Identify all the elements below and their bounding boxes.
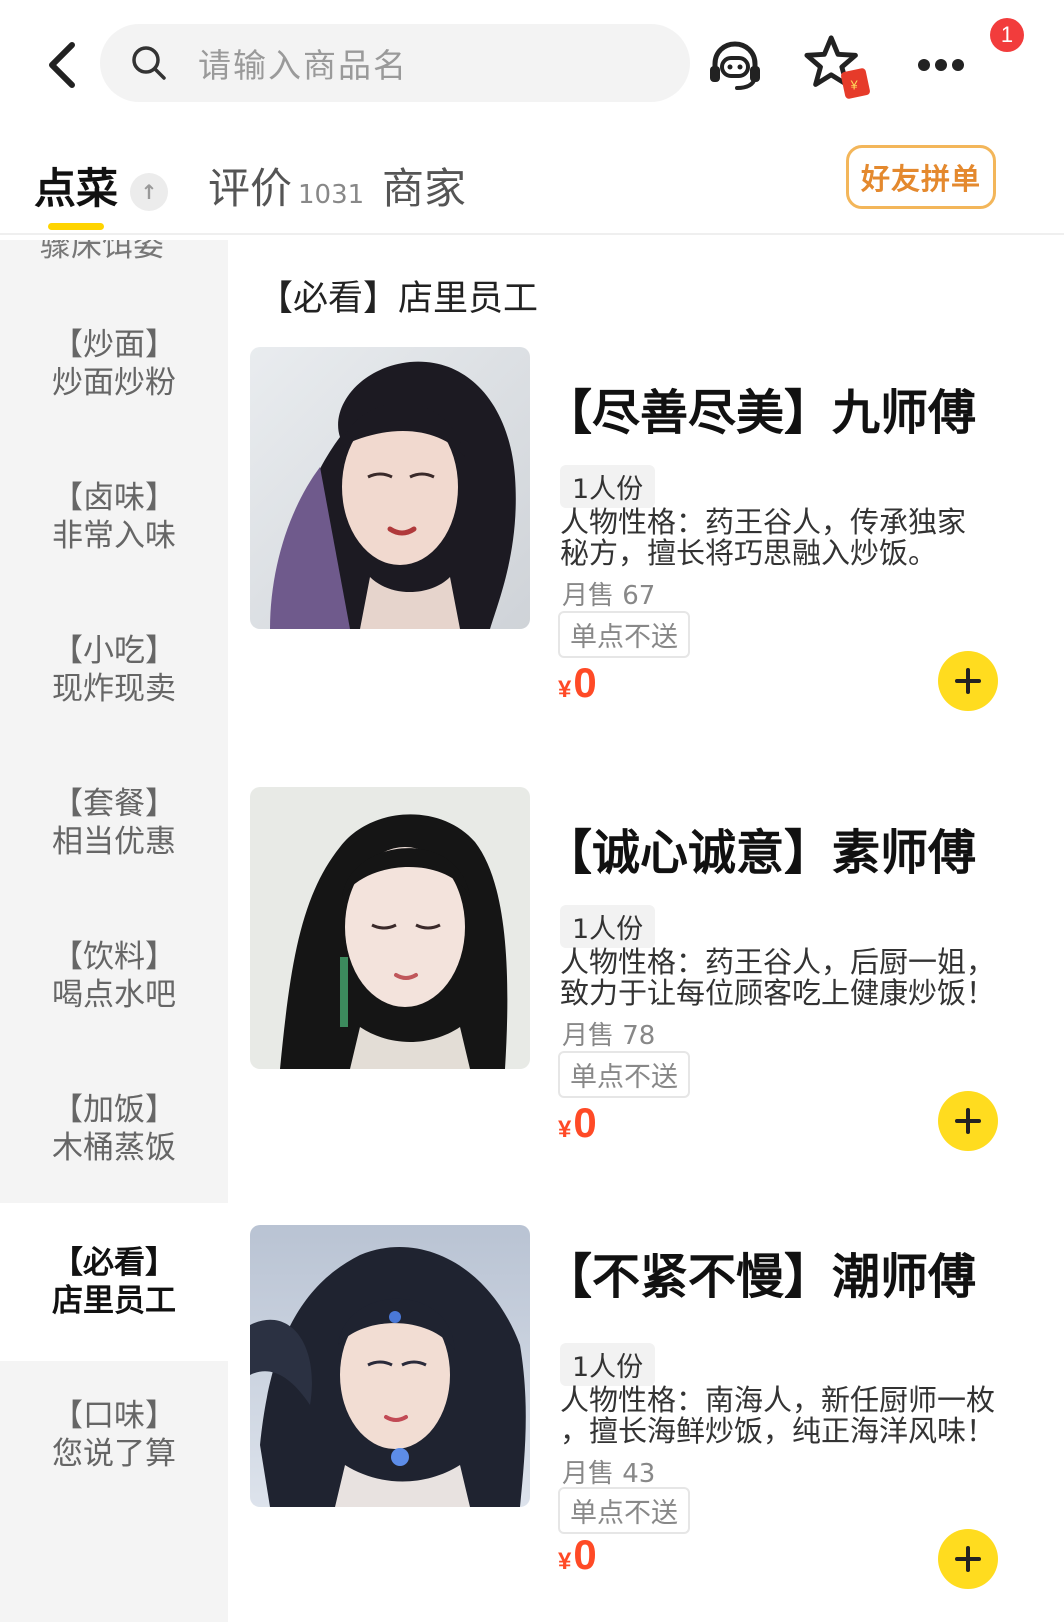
- review-count: 1031: [298, 180, 365, 210]
- product-card[interactable]: 【不紧不慢】潮师傅 1人份 人物性格：南海人，新任厨师一枚 ，擅长海鲜炒饭，纯正…: [228, 1225, 1064, 1605]
- description-line: 致力于让每位顾客吃上健康炒饭！: [560, 976, 996, 1010]
- product-image[interactable]: [250, 347, 530, 629]
- friend-group-order-button[interactable]: 好友拼单: [846, 145, 996, 209]
- top-bar: 请输入商品名 ¥ 1: [0, 0, 1064, 130]
- sidebar-item-stir-fried-noodles[interactable]: 【炒面】 炒面炒粉: [0, 285, 228, 443]
- product-description: 人物性格：药王谷人，传承独家 秘方，擅长将巧思融入炒饭。: [560, 507, 1050, 569]
- tab-merchant-label: 商家: [382, 164, 467, 213]
- tab-reviews[interactable]: 评价 1031: [208, 155, 364, 216]
- price-amount: 0: [573, 1531, 597, 1578]
- sidebar-item-label: 【套餐】: [52, 786, 176, 822]
- plus-icon: [955, 668, 981, 694]
- section-title: 【必看】店里员工: [258, 279, 539, 319]
- product-description: 人物性格：南海人，新任厨师一枚 ，擅长海鲜炒饭，纯正海洋风味！: [560, 1385, 1050, 1447]
- description-line: 人物性格：药王谷人，传承独家: [560, 505, 967, 539]
- monthly-sales: 月售 67: [562, 581, 656, 611]
- monthly-sales: 月售 43: [562, 1459, 656, 1489]
- more-button[interactable]: [906, 30, 976, 100]
- sidebar-item-label: 【卤味】: [52, 480, 176, 516]
- currency-symbol: ¥: [558, 1548, 572, 1575]
- sidebar-item-sublabel: 喝点水吧: [52, 977, 176, 1013]
- sidebar-item-braised[interactable]: 【卤味】 非常入味: [0, 438, 228, 596]
- customer-service-button[interactable]: [700, 30, 770, 100]
- sidebar-item-label: 【加饭】: [52, 1092, 176, 1128]
- sidebar-item-sublabel: 现炸现卖: [52, 671, 176, 707]
- description-line: 人物性格：南海人，新任厨师一枚: [560, 1383, 996, 1417]
- add-to-cart-button[interactable]: [938, 651, 998, 711]
- tab-order-label: 点菜: [34, 164, 119, 213]
- price-amount: 0: [573, 659, 597, 706]
- sidebar-item-combo[interactable]: 【套餐】 相当优惠: [0, 744, 228, 902]
- search-input[interactable]: 请输入商品名: [198, 39, 408, 87]
- tab-bar: 点菜 ↑ 评价 1031 商家 好友拼单: [0, 135, 1064, 235]
- search-bar[interactable]: 请输入商品名: [100, 24, 690, 102]
- price: ¥ 0: [558, 1531, 597, 1579]
- sidebar-item-sublabel: 您说了算: [52, 1436, 176, 1472]
- currency-symbol: ¥: [558, 1116, 572, 1143]
- description-line: 人物性格：药王谷人，后厨一姐，: [560, 945, 996, 979]
- tab-order[interactable]: 点菜 ↑: [34, 155, 169, 216]
- plus-icon: [955, 1108, 981, 1134]
- sidebar-item-sublabel: 相当优惠: [52, 824, 176, 860]
- product-description: 人物性格：药王谷人，后厨一姐， 致力于让每位顾客吃上健康炒饭！: [560, 947, 1050, 1009]
- tab-reviews-label: 评价: [208, 164, 293, 213]
- more-icon: [918, 59, 964, 71]
- sidebar-item-label: 【必看】: [52, 1245, 176, 1281]
- product-name[interactable]: 【诚心诚意】素师傅: [544, 813, 976, 883]
- product-image[interactable]: [250, 787, 530, 1069]
- sidebar-item-label: 【口味】: [52, 1398, 176, 1434]
- sidebar-item-extra-rice[interactable]: 【加饭】 木桶蒸饭: [0, 1050, 228, 1208]
- sidebar-item-sublabel: 木桶蒸饭: [52, 1130, 176, 1166]
- product-card[interactable]: 【尽善尽美】九师傅 1人份 人物性格：药王谷人，传承独家 秘方，擅长将巧思融入炒…: [228, 347, 1064, 727]
- sidebar-item-sublabel: 炒面炒粉: [52, 365, 176, 401]
- search-icon: [130, 43, 170, 83]
- pin-top-icon[interactable]: ↑: [130, 173, 169, 211]
- no-single-delivery-tag: 单点不送: [558, 611, 690, 658]
- product-card[interactable]: 【诚心诚意】素师傅 1人份 人物性格：药王谷人，后厨一姐， 致力于让每位顾客吃上…: [228, 787, 1064, 1167]
- favorite-star-icon: ¥: [804, 35, 870, 99]
- product-name[interactable]: 【尽善尽美】九师傅: [544, 373, 976, 443]
- product-list[interactable]: 【必看】店里员工 【尽善尽美】九师傅 1人份 人物性格：药王谷人，传承独家 秘方…: [228, 240, 1064, 1622]
- no-single-delivery-tag: 单点不送: [558, 1487, 690, 1534]
- add-to-cart-button[interactable]: [938, 1091, 998, 1151]
- category-sidebar[interactable]: 骤床饵姿 【炒面】 炒面炒粉 【卤味】 非常入味 【小吃】 现炸现卖 【套餐】 …: [0, 240, 228, 1622]
- price: ¥ 0: [558, 1099, 597, 1147]
- product-name[interactable]: 【不紧不慢】潮师傅: [544, 1237, 976, 1307]
- description-line: ，擅长海鲜炒饭，纯正海洋风味！: [560, 1414, 996, 1448]
- sidebar-item-clipped[interactable]: 骤床饵姿: [40, 240, 164, 265]
- description-line: 秘方，擅长将巧思融入炒饭。: [560, 536, 938, 570]
- price-amount: 0: [573, 1099, 597, 1146]
- favorite-button[interactable]: ¥: [802, 32, 872, 102]
- add-to-cart-button[interactable]: [938, 1529, 998, 1589]
- sidebar-item-label: 【饮料】: [52, 939, 176, 975]
- active-tab-indicator: [48, 223, 104, 230]
- sidebar-item-sublabel: 非常入味: [52, 518, 176, 554]
- notification-badge: 1: [990, 18, 1024, 52]
- sidebar-item-label: 【小吃】: [52, 633, 176, 669]
- sidebar-item-snacks[interactable]: 【小吃】 现炸现卖: [0, 591, 228, 749]
- portion-tag: 1人份: [560, 905, 656, 948]
- portion-tag: 1人份: [560, 1343, 656, 1386]
- plus-icon: [955, 1546, 981, 1572]
- sidebar-item-drinks[interactable]: 【饮料】 喝点水吧: [0, 897, 228, 1055]
- sidebar-item-sublabel: 店里员工: [52, 1283, 176, 1319]
- no-single-delivery-tag: 单点不送: [558, 1051, 690, 1098]
- monthly-sales: 月售 78: [562, 1021, 656, 1051]
- back-button[interactable]: [36, 34, 86, 96]
- back-arrow-icon: [49, 42, 75, 88]
- currency-symbol: ¥: [558, 676, 572, 703]
- svg-text:¥: ¥: [850, 78, 859, 92]
- price: ¥ 0: [558, 659, 597, 707]
- product-image[interactable]: [250, 1225, 530, 1507]
- portion-tag: 1人份: [560, 465, 656, 508]
- sidebar-item-staff[interactable]: 【必看】 店里员工: [0, 1203, 228, 1361]
- tab-merchant[interactable]: 商家: [382, 155, 466, 216]
- customer-service-icon: [710, 41, 760, 90]
- sidebar-item-label: 【炒面】: [52, 327, 176, 363]
- sidebar-item-taste[interactable]: 【口味】 您说了算: [0, 1356, 228, 1514]
